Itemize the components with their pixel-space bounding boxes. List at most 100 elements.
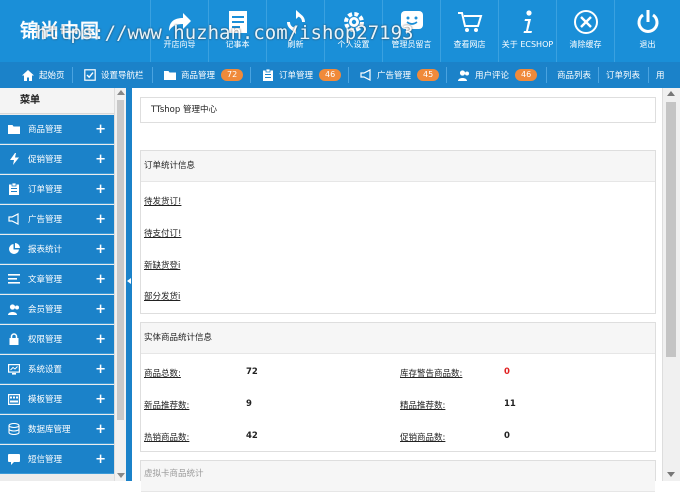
clipboard-icon (262, 69, 274, 81)
check-box-icon (84, 69, 96, 81)
stat-value: 9 (246, 399, 252, 409)
scroll-down-icon[interactable] (667, 472, 675, 477)
stat-label[interactable]: 促销商品数: (400, 431, 445, 443)
sidebar-scrollbar[interactable] (114, 88, 126, 481)
sidebar-item-ads[interactable]: 广告管理 + (0, 205, 114, 234)
sidebar-item-database[interactable]: 数据库管理 + (0, 415, 114, 444)
logo: 锦尚中国 (20, 20, 101, 42)
panel-title: 订单统计信息 (141, 151, 655, 182)
logout-button[interactable]: 退出 (614, 0, 680, 62)
scroll-up-icon[interactable] (667, 91, 675, 96)
sidebar-item-system-settings[interactable]: 系统设置 + (0, 355, 114, 384)
admin-message-button[interactable]: 管理员留言 (382, 0, 440, 62)
sidebar-item-reports[interactable]: 报表统计 + (0, 235, 114, 264)
database-icon (8, 423, 20, 435)
nav-order-list[interactable]: 订单列表 (606, 62, 640, 88)
nav-more[interactable]: 用 (656, 62, 665, 88)
scroll-up-icon[interactable] (117, 90, 125, 95)
clipboard-icon (8, 183, 20, 195)
expand-plus-icon[interactable]: + (95, 332, 106, 347)
order-stat-link[interactable]: 待发货订! (144, 195, 181, 207)
nav-ads[interactable]: 广告管理 45 (360, 62, 440, 88)
personal-settings-button[interactable]: 个人设置 (324, 0, 382, 62)
expand-plus-icon[interactable]: + (95, 392, 106, 407)
sidebar: 菜单 商品管理 + 促销管理 + 订单管理 + 广告管理 + 报表统计 + 文章… (0, 88, 126, 481)
sidebar-item-orders[interactable]: 订单管理 + (0, 175, 114, 204)
stat-value: 11 (504, 399, 516, 409)
nav-badge: 72 (221, 69, 244, 81)
lightning-icon (8, 153, 20, 165)
sidebar-item-permissions[interactable]: 权限管理 + (0, 325, 114, 354)
expand-plus-icon[interactable]: + (95, 182, 106, 197)
monitor-icon (8, 363, 20, 375)
nav-comments[interactable]: 用户评论 46 (458, 62, 538, 88)
pie-chart-icon (8, 243, 20, 255)
expand-plus-icon[interactable]: + (95, 362, 106, 377)
refresh-button[interactable]: 刷新 (266, 0, 324, 62)
expand-plus-icon[interactable]: + (95, 302, 106, 317)
message-icon (8, 453, 20, 465)
order-stat-link[interactable]: 新缺货登i (144, 259, 180, 271)
goods-stats-panel: 实体商品统计信息 商品总数: 72 库存警告商品数: 0 新品推荐数: 9 精品… (140, 322, 656, 452)
nav-set-navbar[interactable]: 设置导航栏 (84, 62, 144, 88)
megaphone-icon (8, 213, 20, 225)
cart-icon (457, 9, 483, 35)
main-scrollbar[interactable] (662, 88, 680, 481)
close-circle-icon (573, 9, 599, 35)
breadcrumb: TTshop 管理中心 (140, 97, 656, 123)
sidebar-item-goods[interactable]: 商品管理 + (0, 115, 114, 144)
notepad-icon (225, 9, 251, 35)
sidebar-item-promotion[interactable]: 促销管理 + (0, 145, 114, 174)
folder-icon (8, 123, 20, 135)
lock-icon (8, 333, 20, 345)
order-stat-link[interactable]: 待支付订! (144, 227, 181, 239)
chevron-left-icon (127, 278, 131, 284)
expand-plus-icon[interactable]: + (95, 422, 106, 437)
panel-title: 实体商品统计信息 (141, 323, 655, 354)
setup-wizard-button[interactable]: 开店向导 (150, 0, 208, 62)
panel-title: 虚拟卡商品统计 (141, 461, 655, 492)
expand-plus-icon[interactable]: + (95, 152, 106, 167)
notepad-button[interactable]: 记事本 (208, 0, 266, 62)
expand-plus-icon[interactable]: + (95, 242, 106, 257)
order-stat-link[interactable]: 部分发货i (144, 290, 180, 302)
expand-plus-icon[interactable]: + (95, 122, 106, 137)
view-shop-button[interactable]: 查看网店 (440, 0, 498, 62)
sidebar-item-templates[interactable]: 模板管理 + (0, 385, 114, 414)
stat-value: 0 (504, 431, 510, 441)
scroll-down-icon[interactable] (117, 473, 125, 478)
users-icon (8, 303, 20, 315)
sidebar-item-sms[interactable]: 短信管理 + (0, 445, 114, 474)
virtual-goods-panel: 虚拟卡商品统计 (140, 460, 656, 492)
sidebar-item-articles[interactable]: 文章管理 + (0, 265, 114, 294)
nav-goods-list[interactable]: 商品列表 (557, 62, 591, 88)
expand-plus-icon[interactable]: + (95, 452, 106, 467)
order-stats-panel: 订单统计信息 待发货订! 待支付订! 新缺货登i 部分发货i (140, 150, 656, 314)
list-icon (8, 273, 20, 285)
stat-label[interactable]: 热销商品数: (144, 431, 189, 443)
gear-icon (341, 9, 367, 35)
share-arrow-icon (167, 9, 193, 35)
folder-icon (164, 69, 176, 81)
stat-label[interactable]: 商品总数: (144, 367, 181, 379)
power-icon (635, 9, 661, 35)
main-content: TTshop 管理中心 订单统计信息 待发货订! 待支付订! 新缺货登i 部分发… (132, 88, 662, 492)
stat-value: 0 (504, 367, 510, 377)
expand-plus-icon[interactable]: + (95, 272, 106, 287)
stat-label[interactable]: 精品推荐数: (400, 399, 445, 411)
nav-goods[interactable]: 商品管理 72 (164, 62, 244, 88)
main-scroll-thumb[interactable] (666, 102, 676, 357)
nav-badge: 46 (515, 69, 538, 81)
stat-label[interactable]: 库存警告商品数: (400, 367, 462, 379)
nav-orders[interactable]: 订单管理 46 (262, 62, 342, 88)
stat-label[interactable]: 新品推荐数: (144, 399, 189, 411)
top-header: 锦尚中国 开店向导 记事本 刷新 个人设置 管理员留言 查看网店 关于 ECSH… (0, 0, 680, 62)
about-button[interactable]: 关于 ECSHOP (498, 0, 556, 62)
nav-home[interactable]: 起始页 (22, 62, 65, 88)
sidebar-item-members[interactable]: 会员管理 + (0, 295, 114, 324)
clear-cache-button[interactable]: 清除缓存 (556, 0, 614, 62)
chat-smile-icon (399, 9, 425, 35)
sidebar-scroll-thumb[interactable] (117, 100, 124, 420)
expand-plus-icon[interactable]: + (95, 212, 106, 227)
users-icon (458, 69, 470, 81)
